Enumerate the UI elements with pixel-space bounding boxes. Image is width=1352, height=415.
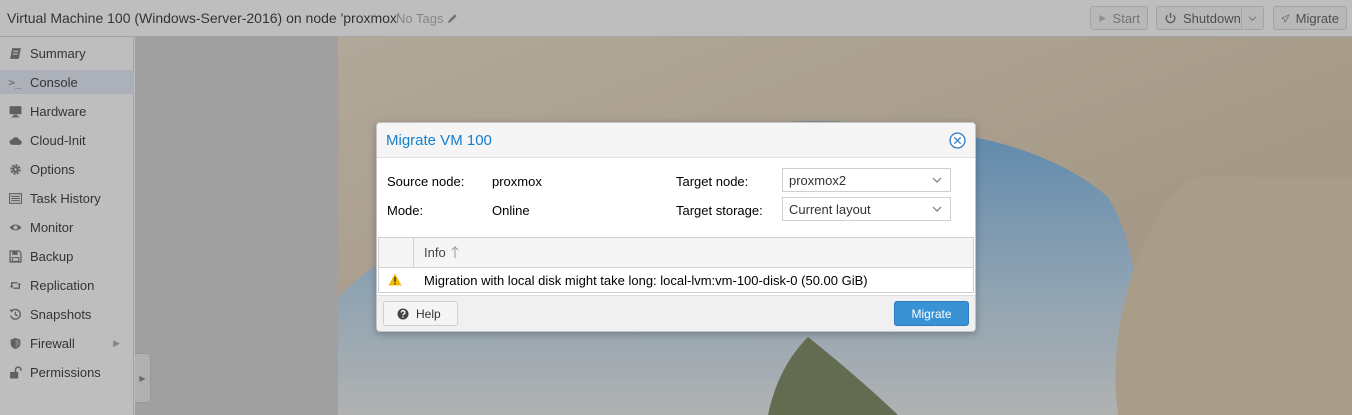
dialog-footer: Help Migrate — [377, 295, 975, 331]
close-icon[interactable] — [949, 132, 966, 149]
warning-icon — [388, 273, 402, 286]
warning-message: Migration with local disk might take lon… — [424, 273, 868, 288]
target-storage-value: Current layout — [789, 201, 871, 217]
target-storage-label: Target storage: — [676, 203, 763, 218]
grid-header: Info — [379, 238, 973, 268]
target-storage-select[interactable]: Current layout — [782, 197, 951, 221]
migration-info-grid: Info Migration with local disk might tak… — [378, 237, 974, 293]
grid-icon-column-header[interactable] — [379, 238, 414, 267]
dialog-title: Migrate VM 100 — [386, 132, 492, 149]
help-button-label: Help — [416, 306, 441, 321]
source-node-value: proxmox — [492, 174, 542, 189]
chevron-down-icon[interactable] — [932, 204, 942, 214]
target-node-select[interactable]: proxmox2 — [782, 168, 951, 192]
target-node-value: proxmox2 — [789, 172, 847, 188]
help-button[interactable]: Help — [383, 301, 458, 326]
source-node-label: Source node: — [387, 174, 465, 189]
mode-label: Mode: — [387, 203, 424, 218]
question-circle-icon — [397, 308, 409, 319]
table-row[interactable]: Migration with local disk might take lon… — [379, 268, 973, 292]
info-column-label: Info — [424, 245, 446, 260]
mode-value: Online — [492, 203, 530, 218]
target-node-label: Target node: — [676, 174, 749, 189]
info-column-header[interactable]: Info — [424, 245, 460, 260]
migrate-dialog: Migrate VM 100 Source node: proxmox Mode… — [376, 122, 976, 332]
dialog-header: Migrate VM 100 — [377, 123, 975, 158]
migrate-button[interactable]: Migrate — [894, 301, 969, 326]
sort-up-icon — [451, 246, 459, 259]
chevron-down-icon[interactable] — [932, 175, 942, 185]
